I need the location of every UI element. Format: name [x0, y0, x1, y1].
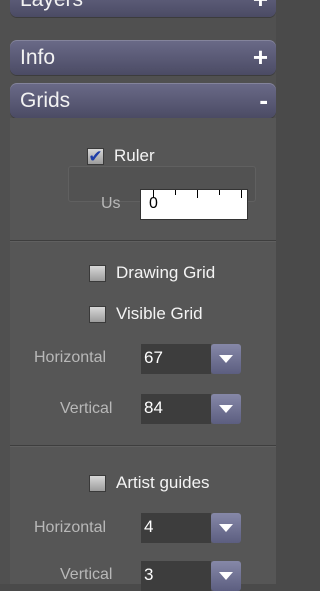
grid-vertical-value: 84	[144, 398, 163, 417]
info-section-title: Info	[20, 46, 56, 69]
ruler-label: Ruler	[114, 146, 155, 165]
properties-panel: Layers + Info + Grids - ✔ Ruler Us 0 Dra…	[0, 0, 276, 591]
expand-plus-icon[interactable]: +	[253, 42, 268, 73]
guides-horizontal-label: Horizontal	[34, 519, 107, 536]
visible-grid-checkbox[interactable]	[89, 305, 106, 323]
grid-vertical-value-box[interactable]: 84	[141, 394, 211, 424]
guides-vertical-value-box[interactable]: 3	[141, 561, 211, 591]
grid-vertical-dropdown[interactable]: 84	[141, 394, 245, 424]
guides-vertical-label: Vertical	[60, 566, 113, 583]
us-label: Us	[101, 195, 121, 212]
grid-horizontal-value-box[interactable]: 67	[141, 344, 211, 374]
guides-horizontal-value: 4	[144, 517, 154, 536]
grid-vertical-label: Vertical	[60, 400, 113, 417]
chevron-down-icon[interactable]	[211, 513, 241, 543]
layers-section-title: Layers	[20, 0, 83, 12]
ruler-tick	[197, 190, 198, 198]
us-input[interactable]: 0	[140, 189, 248, 220]
visible-grid-row[interactable]: Visible Grid	[89, 304, 203, 324]
drawing-grid-row[interactable]: Drawing Grid	[89, 263, 215, 283]
chevron-down-icon[interactable]	[211, 561, 241, 591]
expand-plus-icon[interactable]: +	[253, 0, 268, 15]
guides-horizontal-dropdown[interactable]: 4	[141, 513, 245, 543]
ruler-tick	[175, 190, 176, 195]
ruler-checkbox[interactable]: ✔	[87, 146, 104, 166]
visible-grid-label: Visible Grid	[116, 304, 203, 323]
artist-guides-label: Artist guides	[116, 473, 210, 492]
artist-guides-row[interactable]: Artist guides	[89, 473, 210, 493]
guides-vertical-dropdown[interactable]: 3	[141, 561, 245, 591]
grid-horizontal-value: 67	[144, 348, 163, 367]
ruler-row[interactable]: ✔ Ruler	[87, 146, 155, 166]
guides-horizontal-value-box[interactable]: 4	[141, 513, 211, 543]
ruler-tick	[219, 190, 220, 195]
guides-vertical-value: 3	[144, 565, 154, 584]
chevron-down-icon[interactable]	[211, 394, 241, 424]
checkmark-icon: ✔	[88, 146, 103, 166]
layers-section-header[interactable]: Layers +	[10, 0, 276, 17]
grid-horizontal-dropdown[interactable]: 67	[141, 344, 245, 374]
collapse-minus-icon[interactable]: -	[259, 85, 268, 116]
artist-guides-checkbox[interactable]	[89, 474, 106, 492]
grids-section-header[interactable]: Grids -	[10, 83, 276, 118]
drawing-grid-label: Drawing Grid	[116, 263, 216, 282]
drawing-grid-checkbox[interactable]	[89, 264, 106, 282]
us-value: 0	[149, 195, 158, 212]
section-divider	[10, 240, 276, 242]
info-section-header[interactable]: Info +	[10, 40, 276, 75]
ruler-tick	[241, 190, 242, 198]
grid-horizontal-label: Horizontal	[34, 349, 107, 366]
chevron-down-icon[interactable]	[211, 344, 241, 374]
section-divider	[10, 445, 276, 447]
grids-section-title: Grids	[20, 89, 71, 112]
